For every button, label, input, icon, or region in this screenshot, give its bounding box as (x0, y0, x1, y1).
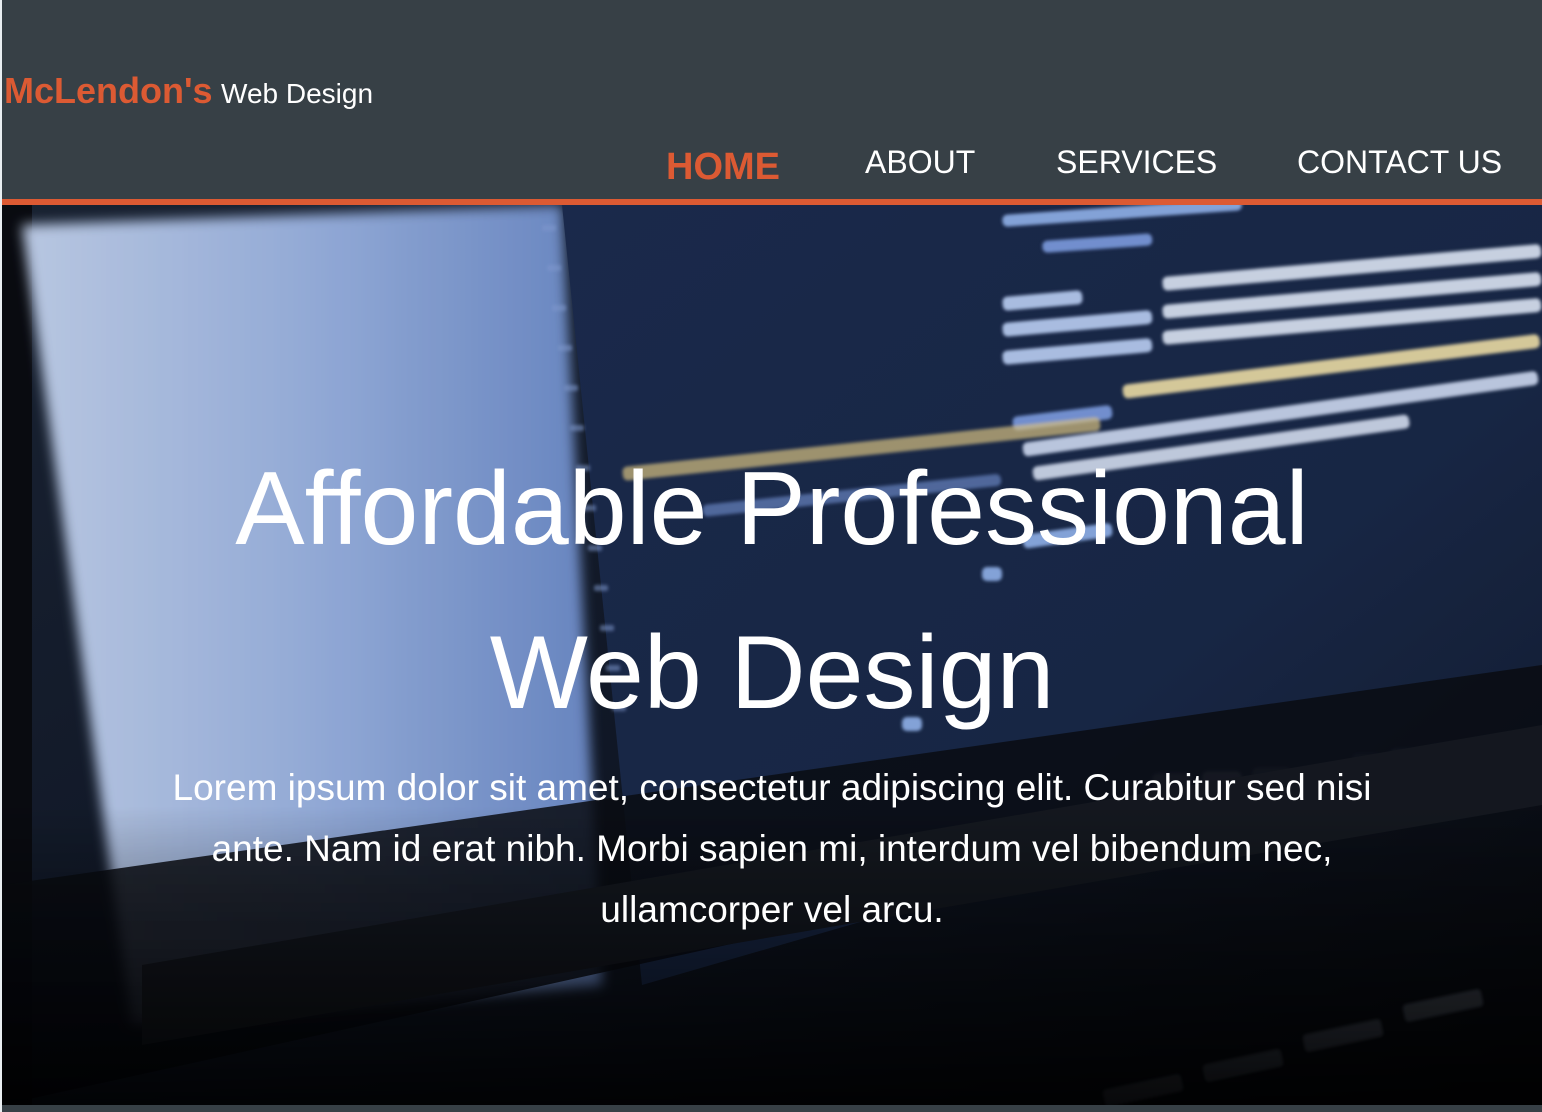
hero-title-line-2: Web Design (489, 615, 1055, 731)
page: McLendon's Web Design HOME ABOUT SERVICE… (0, 0, 1542, 1112)
nav-item-contact-us[interactable]: CONTACT US (1297, 144, 1502, 181)
hero-title: Affordable Professional Web Design (2, 427, 1542, 755)
nav-item-about[interactable]: ABOUT (865, 144, 975, 181)
logo-brand-name: McLendon's (4, 70, 213, 111)
logo-tagline: Web Design (221, 78, 374, 109)
site-header: McLendon's Web Design HOME ABOUT SERVICE… (2, 0, 1542, 200)
nav-item-home[interactable]: HOME (666, 146, 780, 189)
site-logo[interactable]: McLendon's Web Design (4, 70, 373, 112)
hero-section: Affordable Professional Web Design Lorem… (2, 205, 1542, 1105)
nav-item-services[interactable]: SERVICES (1056, 144, 1217, 181)
hero-description: Lorem ipsum dolor sit amet, consectetur … (172, 767, 1372, 930)
hero-title-line-1: Affordable Professional (235, 451, 1309, 567)
main-navigation: HOME ABOUT SERVICES CONTACT US (2, 144, 1542, 194)
bottom-strip (2, 1105, 1542, 1112)
